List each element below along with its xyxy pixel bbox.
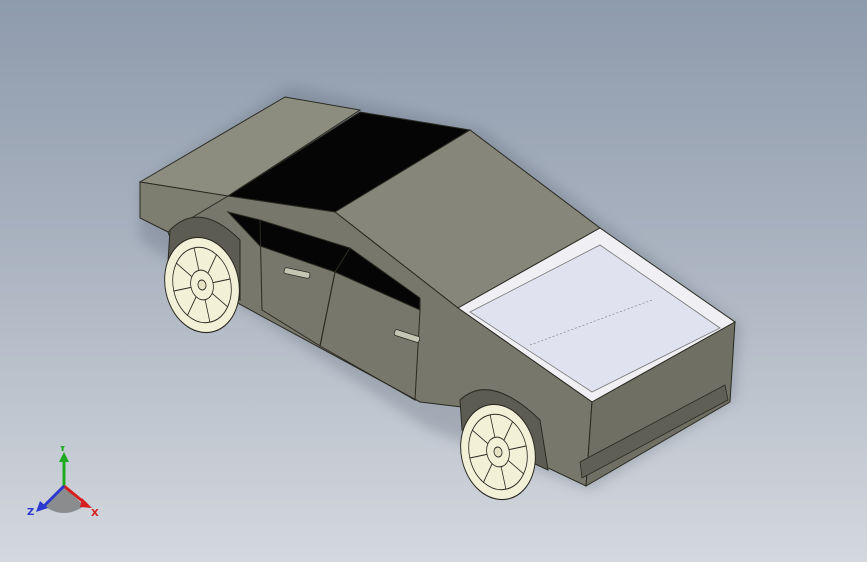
x-axis-arrow-icon [80, 498, 92, 508]
x-axis-label: X [91, 508, 99, 519]
graphics-viewport[interactable]: Y X Z [0, 0, 867, 562]
orientation-triad[interactable]: Y X Z [22, 446, 106, 526]
z-axis-label: Z [27, 507, 34, 518]
cybertruck-model[interactable] [0, 0, 867, 562]
y-axis-label: Y [58, 446, 67, 454]
